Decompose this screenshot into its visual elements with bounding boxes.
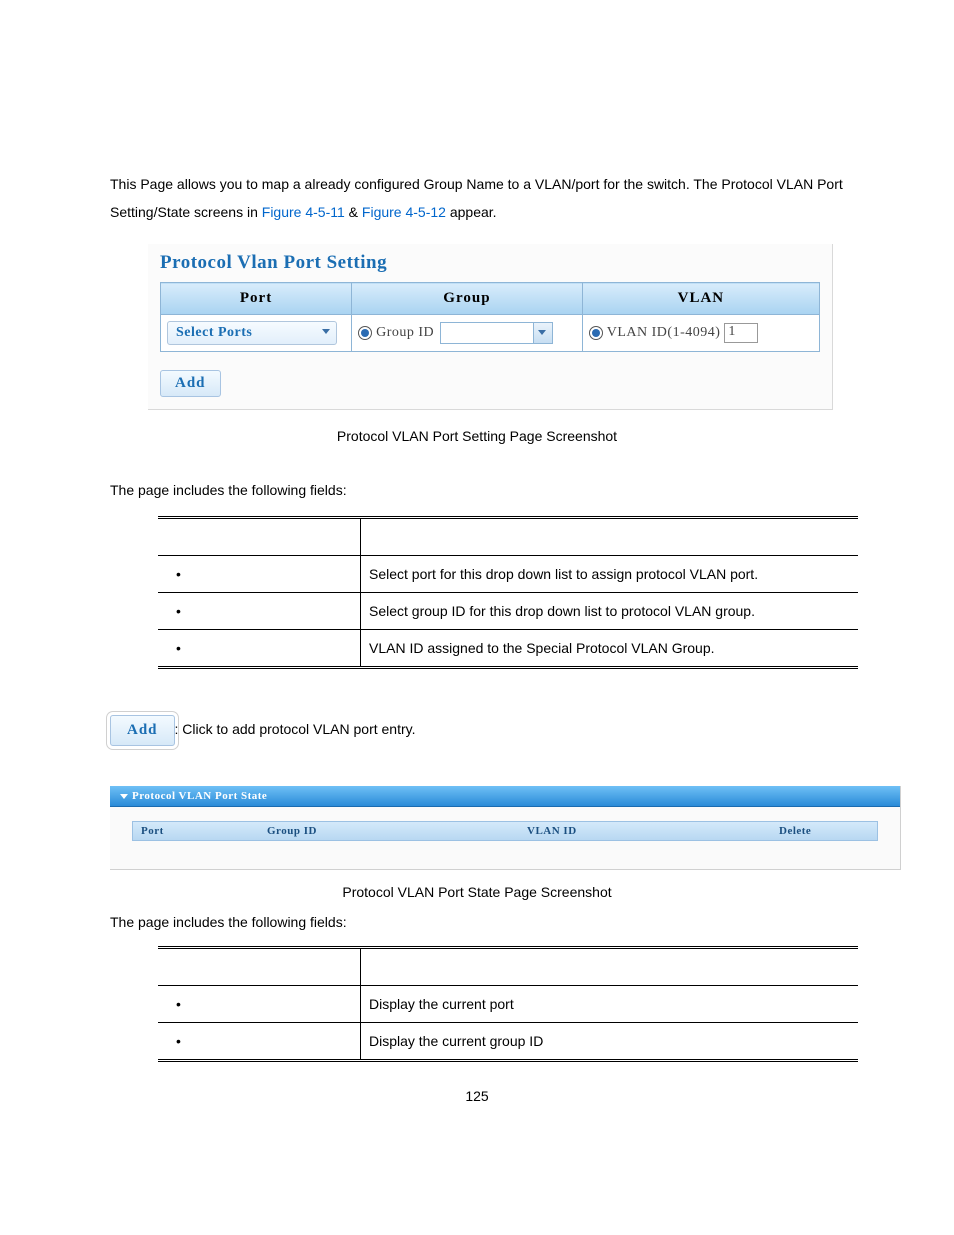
fields-intro-2: The page includes the following fields: <box>110 914 844 930</box>
fields1-row1-object <box>158 593 361 630</box>
caption-2: Protocol VLAN Port State Page Screenshot <box>110 884 844 900</box>
dropdown-arrow-icon <box>533 323 552 343</box>
fields1-row0-desc: Select port for this drop down list to a… <box>361 556 859 593</box>
setting-table: Port Group VLAN Select Ports Group ID <box>160 282 820 352</box>
state-col-port: Port <box>133 822 259 840</box>
fields1-row0-object <box>158 556 361 593</box>
caret-down-icon <box>322 329 330 334</box>
add-inline-line: Add: Click to add protocol VLAN port ent… <box>110 715 844 746</box>
intro-amp: & <box>345 204 362 220</box>
fields2-row0-desc: Display the current port <box>361 986 859 1023</box>
fields2-header-object <box>158 948 361 986</box>
group-id-radio[interactable] <box>358 326 372 340</box>
header-vlan: VLAN <box>582 283 819 315</box>
fields2-row1-object <box>158 1023 361 1061</box>
fields1-header-object <box>158 518 361 556</box>
vlan-id-input[interactable]: 1 <box>724 323 758 343</box>
add-button[interactable]: Add <box>160 370 221 397</box>
fields-intro-1: The page includes the following fields: <box>110 482 844 498</box>
add-button-inline[interactable]: Add <box>110 715 175 746</box>
select-ports-label: Select Ports <box>176 325 252 340</box>
fields1-row2-object <box>158 630 361 668</box>
group-id-dropdown[interactable] <box>440 322 553 344</box>
header-group: Group <box>352 283 583 315</box>
vlan-id-label: VLAN ID(1-4094) <box>607 325 721 340</box>
caption-1: Protocol VLAN Port Setting Page Screensh… <box>110 428 844 444</box>
fields-table-1: Select port for this drop down list to a… <box>158 516 858 669</box>
figure-link-2[interactable]: Figure 4-5-12 <box>362 204 446 220</box>
fields1-header-desc <box>361 518 859 556</box>
fields-table-2: Display the current port Display the cur… <box>158 946 858 1062</box>
state-col-delete: Delete <box>771 822 877 840</box>
header-port: Port <box>161 283 352 315</box>
vlan-id-radio[interactable] <box>589 326 603 340</box>
fields2-row1-desc: Display the current group ID <box>361 1023 859 1061</box>
fields2-row0-object <box>158 986 361 1023</box>
figure-link-1[interactable]: Figure 4-5-11 <box>262 204 345 220</box>
setting-panel: Protocol Vlan Port Setting Port Group VL… <box>148 244 833 410</box>
fields1-row1-desc: Select group ID for this drop down list … <box>361 593 859 630</box>
page-number: 125 <box>0 1088 954 1104</box>
state-panel-header[interactable]: Protocol VLAN Port State <box>110 786 900 807</box>
state-header-label: Protocol VLAN Port State <box>132 790 267 802</box>
fields1-row2-desc: VLAN ID assigned to the Special Protocol… <box>361 630 859 668</box>
select-ports-dropdown[interactable]: Select Ports <box>167 321 337 345</box>
setting-title: Protocol Vlan Port Setting <box>148 244 832 282</box>
state-panel: Protocol VLAN Port State Port Group ID V… <box>110 786 901 870</box>
state-col-vlan: VLAN ID <box>519 822 771 840</box>
collapse-caret-icon <box>120 794 128 799</box>
state-col-group: Group ID <box>259 822 519 840</box>
intro-paragraph: This Page allows you to map a already co… <box>110 170 844 226</box>
state-columns-row: Port Group ID VLAN ID Delete <box>132 821 878 841</box>
fields2-header-desc <box>361 948 859 986</box>
group-id-label: Group ID <box>376 325 434 340</box>
intro-text-2: appear. <box>446 204 497 220</box>
add-inline-desc: : Click to add protocol VLAN port entry. <box>175 721 416 737</box>
